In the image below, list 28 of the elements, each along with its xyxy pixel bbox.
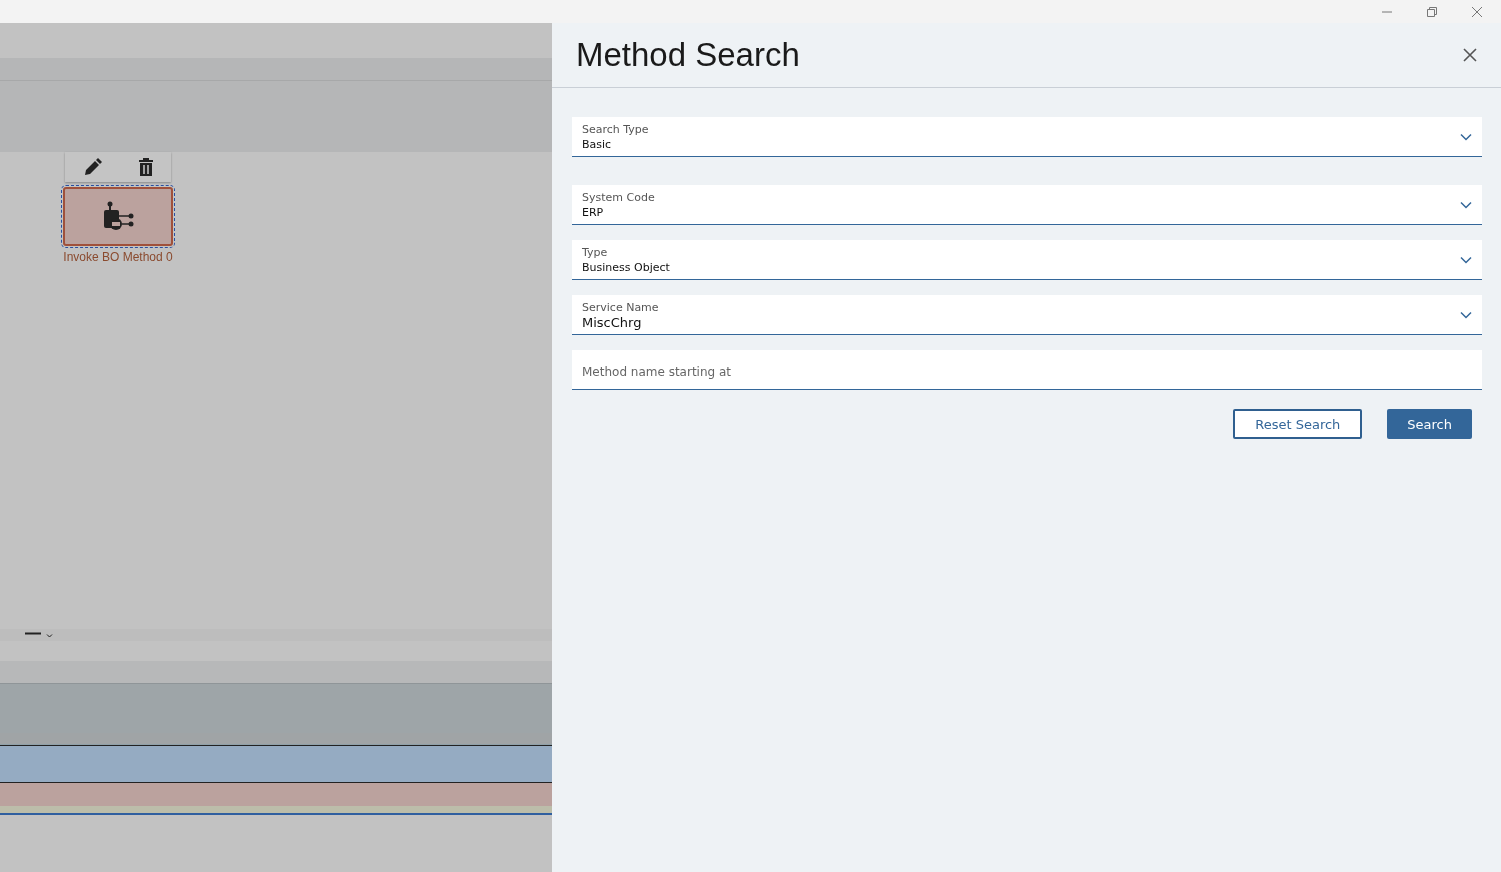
restore-icon[interactable] bbox=[1426, 5, 1438, 18]
method-name-field[interactable]: Method name starting at bbox=[572, 350, 1482, 390]
field-label: Service Name bbox=[582, 299, 659, 315]
dropdown-field[interactable]: Type Business Object bbox=[572, 240, 1482, 280]
workflow-node[interactable] bbox=[63, 187, 173, 246]
field-value: ERP bbox=[582, 204, 605, 220]
chevron-down-icon[interactable] bbox=[1460, 255, 1472, 264]
dropdown-field[interactable]: Search Type Basic bbox=[572, 117, 1482, 157]
trash-icon[interactable] bbox=[137, 158, 154, 176]
chevron-down-icon[interactable] bbox=[1460, 200, 1472, 209]
reset-button[interactable]: Reset Search bbox=[1233, 409, 1363, 439]
close-icon[interactable] bbox=[1471, 5, 1483, 18]
search-button[interactable]: Search bbox=[1387, 409, 1472, 439]
pencil-icon[interactable] bbox=[82, 157, 103, 177]
field-value: Business Object bbox=[582, 259, 670, 275]
chevron-down-icon[interactable] bbox=[1460, 132, 1472, 141]
field-label: System Code bbox=[582, 189, 655, 205]
line-style-icon[interactable] bbox=[25, 631, 55, 639]
chevron-down-icon[interactable] bbox=[1460, 310, 1472, 319]
close-icon[interactable] bbox=[1463, 48, 1477, 62]
field-value: Basic bbox=[582, 136, 613, 152]
field-label: Search Type bbox=[582, 121, 649, 137]
field-value: MiscChrg bbox=[582, 314, 643, 330]
panel-title: Method Search bbox=[576, 36, 800, 74]
dropdown-field[interactable]: System Code ERP bbox=[572, 185, 1482, 225]
dropdown-field[interactable]: Service Name MiscChrg bbox=[572, 295, 1482, 335]
node-label: Invoke BO Method 0 bbox=[63, 250, 173, 264]
field-label: Type bbox=[582, 244, 609, 260]
